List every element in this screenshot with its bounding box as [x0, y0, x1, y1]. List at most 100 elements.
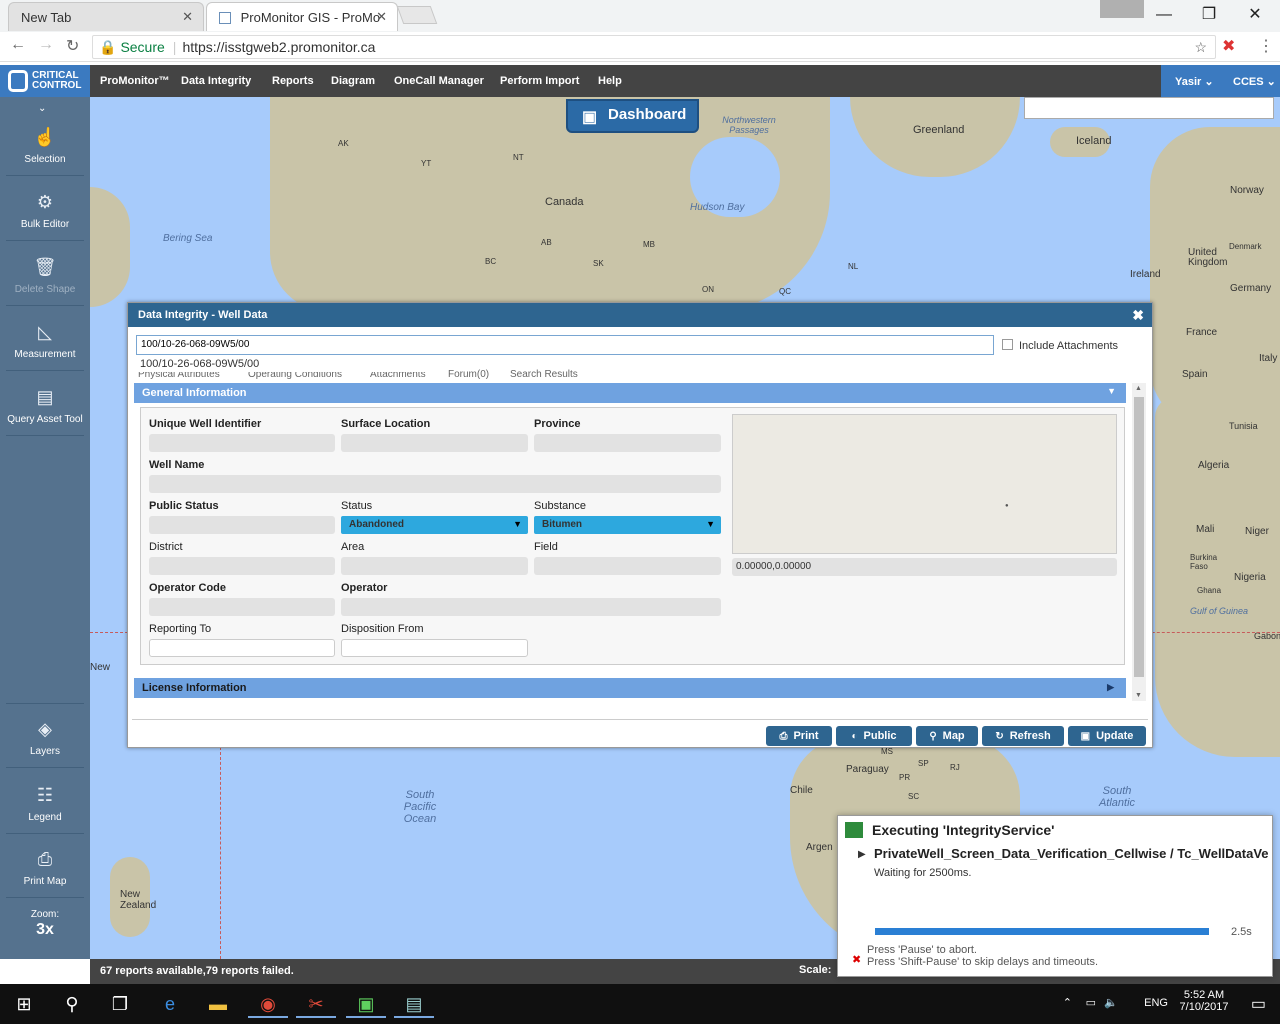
province-label: Province: [534, 418, 581, 430]
extension-icon[interactable]: ✖: [1222, 36, 1235, 56]
menu-help[interactable]: Help: [598, 75, 622, 87]
query-icon: ▤: [36, 387, 54, 407]
tool-layers[interactable]: ◈ Layers: [0, 719, 90, 757]
dateline: [220, 747, 221, 959]
file-explorer-icon[interactable]: ▬: [198, 990, 238, 1018]
close-tab-icon[interactable]: ✕: [182, 9, 193, 25]
language-indicator[interactable]: ENG: [1144, 997, 1168, 1009]
start-icon[interactable]: ⊞: [4, 990, 44, 1018]
ranorex-icon[interactable]: ✂: [296, 990, 336, 1018]
chrome-menu-icon[interactable]: ⋮: [1258, 36, 1274, 56]
close-icon[interactable]: ✖: [1132, 307, 1144, 324]
map-label: Greenland: [913, 124, 965, 136]
clock[interactable]: 5:52 AM 7/10/2017: [1176, 989, 1232, 1013]
include-attachments-checkbox[interactable]: Include Attachments: [1002, 339, 1118, 352]
chrome-icon[interactable]: ◉: [248, 990, 288, 1018]
well-search-input[interactable]: 100/10-26-068-09W5/00: [136, 335, 994, 355]
tool-query-asset[interactable]: ▤ Query Asset Tool: [0, 387, 90, 425]
tool-bulk-editor[interactable]: ⚙ Bulk Editor: [0, 192, 90, 230]
license-information-header[interactable]: License Information ▶: [134, 678, 1126, 698]
general-information-header[interactable]: General Information ▼: [134, 383, 1126, 403]
print-button[interactable]: ⎙ Print: [766, 726, 832, 746]
tab-search-results[interactable]: Search Results: [510, 369, 590, 381]
edge-icon[interactable]: e: [150, 990, 190, 1018]
abort-icon[interactable]: ✖: [852, 953, 861, 966]
europe-land: [1150, 127, 1280, 427]
menu-perform-import[interactable]: Perform Import: [500, 75, 579, 87]
forward-icon[interactable]: →: [38, 36, 54, 54]
menu-diagram[interactable]: Diagram: [331, 75, 375, 87]
operator-label: Operator: [341, 582, 388, 594]
map-label: Nigeria: [1234, 572, 1266, 583]
bookmark-star-icon[interactable]: ☆: [1194, 36, 1207, 58]
asia-land: [90, 187, 130, 307]
refresh-button[interactable]: ↻ Refresh: [982, 726, 1064, 746]
ruler-icon: ◺: [38, 322, 52, 342]
pycharm-icon[interactable]: ▣: [346, 990, 386, 1018]
tool-selection[interactable]: ☝ Selection: [0, 127, 90, 165]
update-button[interactable]: ▣ Update: [1068, 726, 1146, 746]
task-view-icon[interactable]: ❐: [100, 990, 140, 1018]
flag-icon: [845, 822, 863, 838]
left-toolbar: ⌄ ☝ Selection ⚙ Bulk Editor 🗑 Delete Shape …: [0, 97, 90, 959]
runner-title: Executing 'IntegrityService': [872, 822, 1055, 838]
tab-new-tab[interactable]: New Tab ✕: [8, 2, 204, 31]
user-menu[interactable]: Yasir ⌄: [1175, 75, 1214, 88]
public-button[interactable]: ◐ Public: [836, 726, 912, 746]
close-window-icon[interactable]: ✕: [1233, 2, 1277, 28]
org-menu[interactable]: CCES ⌄: [1233, 75, 1276, 88]
app-window-icon[interactable]: ▤: [394, 990, 434, 1018]
runner-test-name: PrivateWell_Screen_Data_Verification_Cel…: [874, 846, 1269, 861]
reporting-to-input[interactable]: [149, 639, 335, 657]
close-tab-icon[interactable]: ✕: [376, 9, 387, 25]
runner-progress-bar: [875, 928, 1209, 935]
tab-promonitor[interactable]: ProMonitor GIS - ProMo ✕: [206, 2, 398, 31]
tool-legend[interactable]: ☷ Legend: [0, 785, 90, 823]
tool-delete-shape[interactable]: 🗑 Delete Shape: [0, 257, 90, 295]
tool-print-map[interactable]: ⎙ Print Map: [0, 849, 90, 887]
runner-hints: Press 'Pause' to abort. Press 'Shift-Pau…: [867, 944, 1099, 968]
tool-measurement[interactable]: ◺ Measurement: [0, 322, 90, 360]
scroll-up-icon[interactable]: ▲: [1135, 385, 1142, 392]
minimize-icon[interactable]: —: [1142, 2, 1186, 28]
tab-forum[interactable]: Forum(0): [448, 369, 500, 381]
reload-icon[interactable]: ↻: [66, 36, 79, 56]
status-select[interactable]: Abandoned ▼: [341, 516, 528, 534]
critical-control-logo: CRITICAL CONTROL: [0, 65, 90, 97]
collapse-chevron-icon[interactable]: ⌄: [38, 103, 46, 114]
well-name-field: [149, 475, 721, 493]
back-icon[interactable]: ←: [10, 36, 26, 54]
substance-select[interactable]: Bitumen ▼: [534, 516, 721, 534]
map-button[interactable]: ⚲ Map: [916, 726, 978, 746]
url-text: https://isstgweb2.promonitor.ca: [182, 39, 376, 55]
location-minimap[interactable]: ●: [732, 414, 1117, 554]
disposition-from-input[interactable]: [341, 639, 528, 657]
volume-muted-icon[interactable]: 🔈: [1104, 996, 1118, 1009]
dialog-header: Data Integrity - Well Data ✖: [128, 303, 1152, 327]
collapse-triangle-icon: ▼: [1107, 386, 1116, 396]
menu-data-integrity[interactable]: Data Integrity: [181, 75, 251, 87]
search-icon[interactable]: ⚲: [52, 990, 92, 1018]
map-search-input[interactable]: [1024, 97, 1274, 119]
url-omnibox[interactable]: 🔒 Secure | https://isstgweb2.promonitor.ca …: [92, 35, 1216, 59]
scroll-thumb[interactable]: [1134, 397, 1144, 677]
dashboard-icon: ▣: [582, 109, 598, 126]
dashboard-button[interactable]: ▣ Dashboard: [566, 99, 699, 133]
greenland-land: [850, 97, 1020, 177]
notifications-icon[interactable]: ▭: [1251, 994, 1266, 1014]
network-icon[interactable]: ▭: [1086, 996, 1096, 1009]
disposition-from-label: Disposition From: [341, 623, 424, 635]
profile-icon[interactable]: [1100, 0, 1144, 18]
dialog-scrollbar[interactable]: ▲ ▼: [1132, 383, 1146, 701]
menu-reports[interactable]: Reports: [272, 75, 314, 87]
menu-promonitor[interactable]: ProMonitor™: [100, 75, 170, 87]
autocomplete-suggestion[interactable]: 100/10-26-068-09W5/00: [136, 356, 436, 372]
restore-icon[interactable]: ❐: [1187, 2, 1231, 28]
new-tab-button[interactable]: [396, 6, 438, 24]
map-label: SC: [908, 792, 920, 801]
dropdown-arrow-icon: ▼: [706, 519, 715, 529]
tray-chevron-icon[interactable]: ⌃: [1063, 996, 1072, 1009]
expand-triangle-icon[interactable]: ▶: [858, 849, 866, 860]
menu-onecall-manager[interactable]: OneCall Manager: [394, 75, 484, 87]
scroll-down-icon[interactable]: ▼: [1135, 692, 1142, 699]
